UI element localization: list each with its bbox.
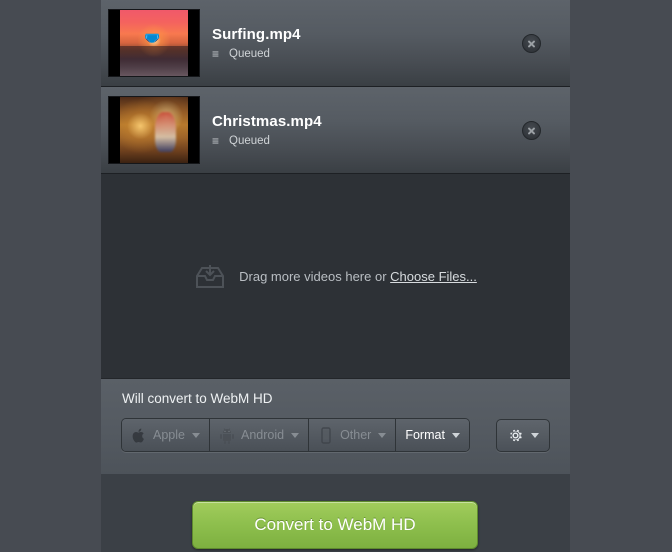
file-meta: Surfing.mp4 ≡ Queued [212,26,522,60]
file-status: ≡ Queued [212,133,522,148]
hamburger-icon: ≡ [212,46,220,61]
convert-button[interactable]: Convert to WebM HD [192,501,478,549]
preset-label-android: Android [240,428,285,442]
file-status-label: Queued [229,48,270,60]
close-circle-icon[interactable] [522,33,541,53]
gear-icon [507,427,524,444]
video-thumbnail [108,96,200,164]
preset-controls: Apple Android Other Format [121,418,550,452]
preset-button-apple[interactable]: Apple [122,419,210,451]
drop-zone-content: Drag more videos here or Choose Files... [194,263,477,291]
preset-button-android[interactable]: Android [209,419,310,451]
close-circle-icon[interactable] [522,120,541,140]
table-row[interactable]: Christmas.mp4 ≡ Queued [101,87,570,174]
bird-icon: 🩲 [143,29,161,45]
file-status: ≡ Queued [212,46,522,61]
file-meta: Christmas.mp4 ≡ Queued [212,113,522,147]
table-row[interactable]: 🩲 Surfing.mp4 ≡ Queued [101,0,570,87]
file-name: Surfing.mp4 [212,26,301,43]
chevron-down-icon [451,432,460,438]
settings-button[interactable] [495,418,550,452]
phone-icon [318,426,334,444]
android-icon [219,427,235,444]
file-status-label: Queued [229,135,270,147]
file-list: 🩲 Surfing.mp4 ≡ Queued Christmas.mp4 ≡ Q… [101,0,570,174]
footer: Convert to WebM HD [101,474,570,552]
settings-bar: Will convert to WebM HD Apple Android Ot… [101,378,570,474]
preset-label-apple: Apple [153,428,185,442]
chevron-down-icon [191,432,200,438]
chevron-down-icon [378,432,387,438]
file-name: Christmas.mp4 [212,113,322,130]
inbox-download-icon [194,263,226,291]
christmas-tree-thumbnail [120,97,188,163]
convert-button-label: Convert to WebM HD [254,515,416,534]
drop-zone-text: Drag more videos here or Choose Files... [239,269,477,284]
apple-icon [131,427,147,444]
choose-files-link[interactable]: Choose Files... [390,269,477,284]
preset-button-other[interactable]: Other [309,419,397,451]
chevron-down-icon [530,432,539,438]
preset-button-format[interactable]: Format [396,419,469,451]
drop-zone[interactable]: Drag more videos here or Choose Files... [101,175,570,378]
app-window: 🩲 Surfing.mp4 ≡ Queued Christmas.mp4 ≡ Q… [101,0,570,552]
preset-label-other: Other [340,428,372,442]
chevron-down-icon [291,432,300,438]
hamburger-icon: ≡ [212,133,220,148]
sunset-surfing-thumbnail: 🩲 [120,10,188,76]
preset-segmented-group: Apple Android Other Format [121,418,470,452]
drop-zone-label: Drag more videos here or [239,269,387,284]
video-thumbnail: 🩲 [108,9,200,77]
preset-label-format: Format [405,428,445,442]
will-convert-label: Will convert to WebM HD [122,391,273,406]
